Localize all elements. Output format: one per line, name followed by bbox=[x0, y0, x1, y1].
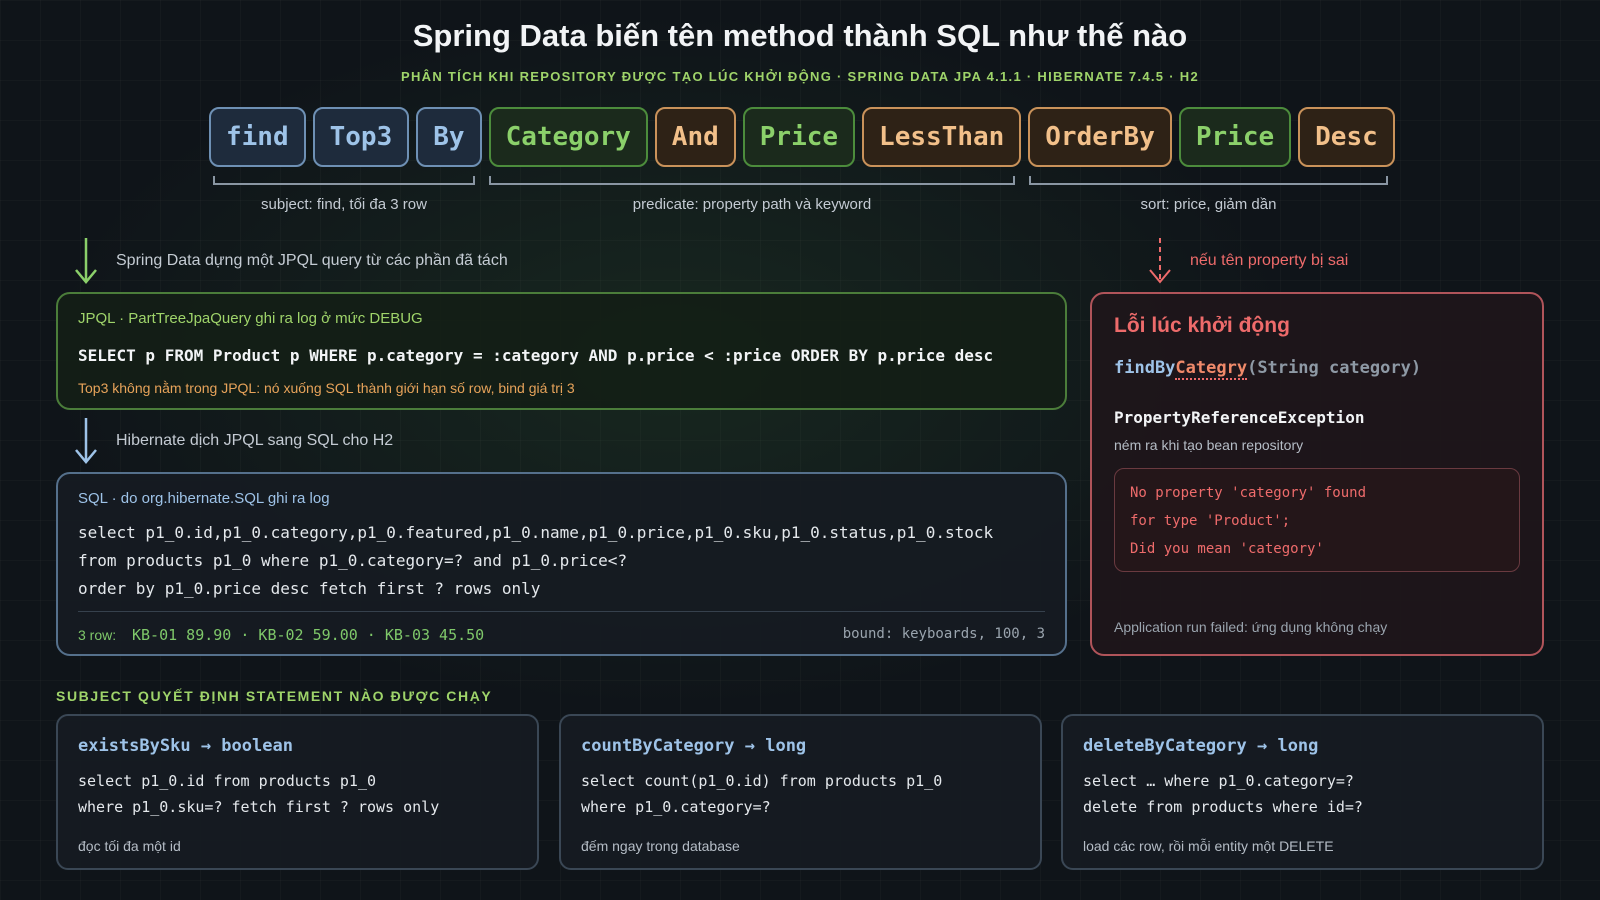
predicate-label: predicate: property path và keyword bbox=[632, 196, 872, 213]
error-exception-name: PropertyReferenceException bbox=[1114, 408, 1365, 427]
section-label: SUBJECT QUYẾT ĐỊNH STATEMENT NÀO ĐƯỢC CH… bbox=[56, 688, 493, 704]
error-method-params: (String category) bbox=[1247, 358, 1422, 378]
jpql-arrow-icon bbox=[75, 238, 97, 284]
card-sql-line: where p1_0.sku=? fetch first ? rows only bbox=[78, 798, 440, 816]
token-desc: Desc bbox=[1298, 107, 1395, 167]
sort-bracket bbox=[1029, 176, 1388, 185]
card-sql-line: select p1_0.id from products p1_0 bbox=[78, 772, 377, 790]
sql-step-note: Hibernate dịch JPQL sang SQL cho H2 bbox=[116, 432, 394, 449]
card-title: countByCategory → long bbox=[581, 736, 807, 756]
error-footer: Application run failed: ứng dụng không c… bbox=[1114, 619, 1388, 635]
token-lessthan: LessThan bbox=[862, 107, 1022, 167]
error-message-line: Did you mean 'category' bbox=[1130, 541, 1324, 557]
card-note: load các row, rồi mỗi entity một DELETE bbox=[1083, 838, 1334, 854]
startup-error-panel: Lỗi lúc khởi động findByCategry(String c… bbox=[1090, 292, 1544, 656]
sql-line: from products p1_0 where p1_0.category=?… bbox=[78, 551, 628, 570]
token-and: And bbox=[654, 107, 736, 167]
card-exists: existsBySku → boolean select p1_0.id fro… bbox=[56, 714, 539, 870]
token-find: find bbox=[209, 107, 306, 167]
sort-label: sort: price, giảm dần bbox=[1140, 196, 1277, 213]
card-sql-line: delete from products where id=? bbox=[1083, 798, 1363, 816]
jpql-heading: JPQL · PartTreeJpaQuery ghi ra log ở mức… bbox=[78, 310, 423, 327]
jpql-query: SELECT p FROM Product p WHERE p.category… bbox=[78, 346, 994, 365]
error-message-box: No property 'category' found for type 'P… bbox=[1114, 468, 1520, 572]
method-name-tokens: find Top3 By Category And Price LessThan… bbox=[209, 107, 1395, 167]
page-title: Spring Data biến tên method thành SQL nh… bbox=[412, 18, 1188, 53]
jpql-note: Top3 không nằm trong JPQL: nó xuống SQL … bbox=[78, 380, 575, 396]
error-exception-desc: ném ra khi tạo bean repository bbox=[1114, 437, 1304, 453]
card-note: đếm ngay trong database bbox=[581, 838, 740, 854]
error-method-signature: findByCategry(String category) bbox=[1114, 358, 1422, 380]
sql-heading: SQL · do org.hibernate.SQL ghi ra log bbox=[78, 490, 330, 507]
card-sql-line: select … where p1_0.category=? bbox=[1083, 772, 1354, 790]
error-method-prefix: findBy bbox=[1114, 358, 1176, 378]
sql-rows-label: 3 row: bbox=[78, 627, 117, 643]
token-orderby: OrderBy bbox=[1028, 107, 1172, 167]
card-note: đọc tối đa một id bbox=[78, 838, 181, 854]
subject-bracket bbox=[213, 176, 475, 185]
jpql-panel: JPQL · PartTreeJpaQuery ghi ra log ở mức… bbox=[56, 292, 1067, 410]
sql-divider bbox=[78, 611, 1045, 612]
error-step-note: nếu tên property bị sai bbox=[1190, 252, 1349, 269]
page-subtitle: PHÂN TÍCH KHI REPOSITORY ĐƯỢC TẠO LÚC KH… bbox=[400, 69, 1199, 84]
token-by: By bbox=[416, 107, 482, 167]
subject-label: subject: find, tối đa 3 row bbox=[261, 196, 427, 213]
predicate-bracket bbox=[489, 176, 1015, 185]
card-sql-line: where p1_0.category=? bbox=[581, 798, 771, 816]
sql-panel: SQL · do org.hibernate.SQL ghi ra log se… bbox=[56, 472, 1067, 656]
sql-arrow-icon bbox=[75, 418, 97, 464]
error-arrow-icon bbox=[1149, 238, 1171, 284]
card-count: countByCategory → long select count(p1_0… bbox=[559, 714, 1042, 870]
jpql-step-note: Spring Data dựng một JPQL query từ các p… bbox=[116, 252, 508, 269]
card-title: existsBySku → boolean bbox=[78, 736, 293, 756]
token-category: Category bbox=[488, 107, 648, 167]
sql-line: select p1_0.id,p1_0.category,p1_0.featur… bbox=[78, 523, 994, 542]
card-title: deleteByCategory → long bbox=[1083, 736, 1319, 756]
sql-bound-params: bound: keyboards, 100, 3 bbox=[842, 626, 1045, 642]
error-title: Lỗi lúc khởi động bbox=[1114, 314, 1290, 337]
token-top3: Top3 bbox=[312, 107, 410, 167]
sql-rows-values: KB-01 89.90 · KB-02 59.00 · KB-03 45.50 bbox=[132, 626, 485, 644]
card-delete: deleteByCategory → long select … where p… bbox=[1061, 714, 1544, 870]
sql-line: order by p1_0.price desc fetch first ? r… bbox=[78, 579, 541, 598]
token-price-sort: Price bbox=[1178, 107, 1292, 167]
error-message-line: for type 'Product'; bbox=[1130, 513, 1291, 529]
token-price: Price bbox=[742, 107, 856, 167]
card-sql-line: select count(p1_0.id) from products p1_0 bbox=[581, 772, 943, 790]
error-message-line: No property 'category' found bbox=[1130, 485, 1367, 501]
error-method-typo: Categry bbox=[1175, 358, 1248, 380]
